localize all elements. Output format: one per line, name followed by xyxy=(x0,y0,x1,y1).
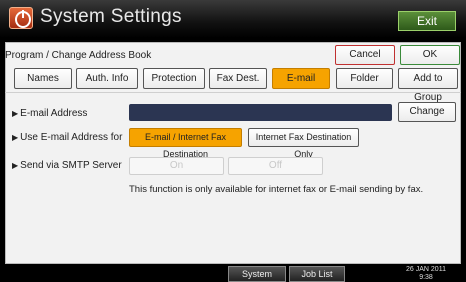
tab-protection[interactable]: Protection xyxy=(143,68,205,89)
tab-fax-dest[interactable]: Fax Dest. xyxy=(209,68,267,89)
email-address-field[interactable] xyxy=(129,104,392,121)
smtp-on-option: On xyxy=(129,157,224,175)
smtp-off-option: Off xyxy=(228,157,323,175)
tab-divider xyxy=(5,92,461,93)
tab-add-to-group[interactable]: Add to Group xyxy=(398,68,458,103)
datetime: 26 JAN 2011 9:38 xyxy=(396,266,456,282)
internet-fax-only-option[interactable]: Internet Fax Destination Only xyxy=(248,128,359,159)
smtp-label: Send via SMTP Server xyxy=(12,160,122,171)
email-internet-fax-option[interactable]: E-mail / Internet Fax Destination xyxy=(129,128,242,159)
system-status-button[interactable]: System Status xyxy=(228,266,286,282)
tab-auth-info[interactable]: Auth. Info xyxy=(76,68,138,89)
change-button[interactable]: Change xyxy=(398,102,456,122)
job-list-button[interactable]: Job List xyxy=(289,266,345,282)
date-text: 26 JAN 2011 xyxy=(406,266,446,273)
time-text: 9:38 xyxy=(419,274,433,281)
tab-folder[interactable]: Folder xyxy=(336,68,393,89)
exit-button[interactable]: Exit xyxy=(398,11,456,31)
cancel-button[interactable]: Cancel xyxy=(335,45,395,65)
tab-names[interactable]: Names xyxy=(14,68,72,89)
smtp-note: This function is only available for inte… xyxy=(129,184,424,195)
tab-email[interactable]: E-mail xyxy=(272,68,330,89)
settings-power-icon xyxy=(9,7,33,29)
email-address-label: E-mail Address xyxy=(12,108,87,119)
breadcrumb: Program / Change Address Book xyxy=(5,50,152,61)
ok-button[interactable]: OK xyxy=(400,45,460,65)
page-title: System Settings xyxy=(40,6,182,27)
use-email-label: Use E-mail Address for xyxy=(12,132,122,143)
